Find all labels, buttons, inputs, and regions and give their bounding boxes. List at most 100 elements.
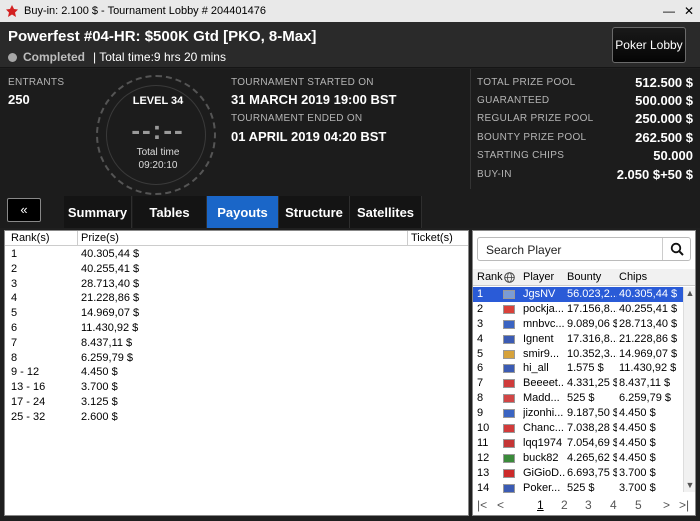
player-row[interactable]: 3 mnbvc... 9.089,06 $28.713,40 $ [473,317,683,332]
tab-satellites[interactable]: Satellites [350,196,422,228]
player-rank: 9 [477,407,484,420]
player-rank: 8 [477,392,484,405]
player-row[interactable]: 8 Madd... 525 $ 6.259,79 $ [473,391,683,406]
header-tickets: Ticket(s) [411,232,453,244]
payout-prize: 14.969,07 $ [81,307,140,320]
payout-row: 5 14.969,07 $ [5,306,468,321]
pager-first[interactable]: |< [477,498,487,512]
player-row[interactable]: 11 lqq1974 7.054,69 $4.450 $ [473,436,683,451]
player-bounty: 17.316,8... [567,332,617,345]
window-titlebar: Buy-in: 2.100 $ - Tournament Lobby # 204… [0,0,700,22]
entrants-value: 250 [8,92,30,107]
country-flag-icon [503,304,515,314]
prize-row: REGULAR PRIZE POOL 250.000 $ [477,110,693,126]
country-flag-icon [503,438,515,448]
payout-row: 6 11.430,92 $ [5,321,468,336]
tab-bar: « Summary Tables Payouts Structure Satel… [0,196,700,228]
payout-prize: 3.125 $ [81,395,118,408]
player-chips: 6.259,79 $ [619,392,671,405]
player-row[interactable]: 7 Beeeet... 4.331,25 $8.437,11 $ [473,376,683,391]
player-name: jizonhi... [523,407,564,420]
pager-page-4[interactable]: 4 [610,498,617,512]
payout-rank: 2 [11,262,18,275]
header-rank: Rank [477,271,503,283]
pager-page-2[interactable]: 2 [561,498,568,512]
player-row[interactable]: 6 hi_all 1.575 $ 11.430,92 $ [473,361,683,376]
player-row[interactable]: 13 GiGioD... 6.693,75 $3.700 $ [473,466,683,481]
ended-label: TOURNAMENT ENDED ON [231,113,363,124]
payout-rank: 6 [11,321,18,334]
status-text: Completed [23,50,86,64]
country-flag-icon [503,453,515,463]
player-bounty: 525 $ [567,392,595,405]
player-chips: 4.450 $ [619,451,656,464]
country-flag-icon [503,334,515,344]
prize-summary: TOTAL PRIZE POOL 512.500 $ GUARANTEED 500.… [470,69,700,189]
player-row[interactable]: 5 smir9... 10.352,3... 14.969,07 $ [473,347,683,362]
search-input[interactable] [486,241,656,258]
tournament-status: Completed | Total time:9 hrs 20 mins [8,50,226,64]
player-rank: 1 [477,288,484,300]
payout-prize: 2.600 $ [81,410,118,423]
player-rank: 14 [477,481,490,494]
player-row[interactable]: 9 jizonhi... 9.187,50 $4.450 $ [473,406,683,421]
collapse-button[interactable]: « [7,198,41,222]
players-scrollbar[interactable]: ▲ ▼ [683,287,695,492]
header-ranks: Rank(s) [11,232,50,244]
player-name: lqq1974 [523,436,563,449]
player-row[interactable]: 2 pockja... 17.156,8... 40.255,41 $ [473,302,683,317]
tab-summary[interactable]: Summary [64,196,132,228]
close-button[interactable]: ✕ [680,2,698,20]
payout-row: 3 28.713,40 $ [5,277,468,292]
player-row[interactable]: 4 Ignent 17.316,8... 21.228,86 $ [473,332,683,347]
player-rank: 13 [477,466,490,479]
player-bounty: 7.038,28 $ [567,422,617,435]
player-chips: 4.450 $ [619,422,656,435]
scroll-up-icon[interactable]: ▲ [684,288,696,298]
player-name: GiGioD... [523,466,565,479]
player-bounty: 4.265,62 $ [567,451,617,464]
country-flag-icon [503,290,515,299]
pager-last[interactable]: >| [679,498,689,512]
player-bounty: 9.187,50 $ [567,407,617,420]
payout-rank: 17 - 24 [11,395,46,408]
player-chips: 14.969,07 $ [619,347,678,360]
prize-row: BOUNTY PRIZE POOL 262.500 $ [477,129,693,145]
minimize-button[interactable]: — [660,2,678,20]
prize-row: TOTAL PRIZE POOL 512.500 $ [477,74,693,90]
status-dot-icon [8,52,17,62]
payout-row: 25 - 32 2.600 $ [5,410,468,425]
pager-page-3[interactable]: 3 [585,498,592,512]
payout-prize: 28.713,40 $ [81,277,140,290]
total-time-text: | Total time:9 hrs 20 mins [93,50,226,64]
total-time-value: 09:20:10 [138,160,178,171]
player-row[interactable]: 10 Chanc... 7.038,28 $4.450 $ [473,421,683,436]
players-panel: Rank Player Bounty Chips 1 JgsNV 56.023,2.… [472,230,696,516]
payout-rank: 1 [11,248,18,260]
pager-prev[interactable]: < [497,498,504,512]
player-row[interactable]: 1 JgsNV 56.023,2... 40.305,44 $ [473,287,683,302]
poker-lobby-button[interactable]: Poker Lobby [612,27,686,63]
country-flag-icon [503,349,515,359]
payout-row: 8 6.259,79 $ [5,351,468,366]
pager-next[interactable]: > [663,498,670,512]
player-chips: 21.228,86 $ [619,332,678,345]
payout-row: 13 - 16 3.700 $ [5,380,468,395]
started-label: TOURNAMENT STARTED ON [231,77,374,88]
player-rank: 11 [477,436,489,449]
search-button[interactable] [662,238,690,260]
pager-page-1[interactable]: 1 [537,498,544,512]
scroll-down-icon[interactable]: ▼ [684,480,696,490]
country-flag-icon [503,394,515,404]
tab-tables[interactable]: Tables [133,196,207,228]
level-text: LEVEL 34 [132,95,184,107]
payouts-header: Rank(s) Prize(s) Ticket(s) [5,231,468,246]
player-name: Ignent [523,332,554,345]
player-row[interactable]: 12 buck82 4.265,62 $4.450 $ [473,451,683,466]
tab-payouts[interactable]: Payouts [207,196,279,228]
pager-page-5[interactable]: 5 [635,498,642,512]
player-rank: 6 [477,362,484,375]
player-chips: 40.305,44 $ [619,288,678,300]
country-flag-icon [503,468,515,478]
tab-structure[interactable]: Structure [279,196,350,228]
